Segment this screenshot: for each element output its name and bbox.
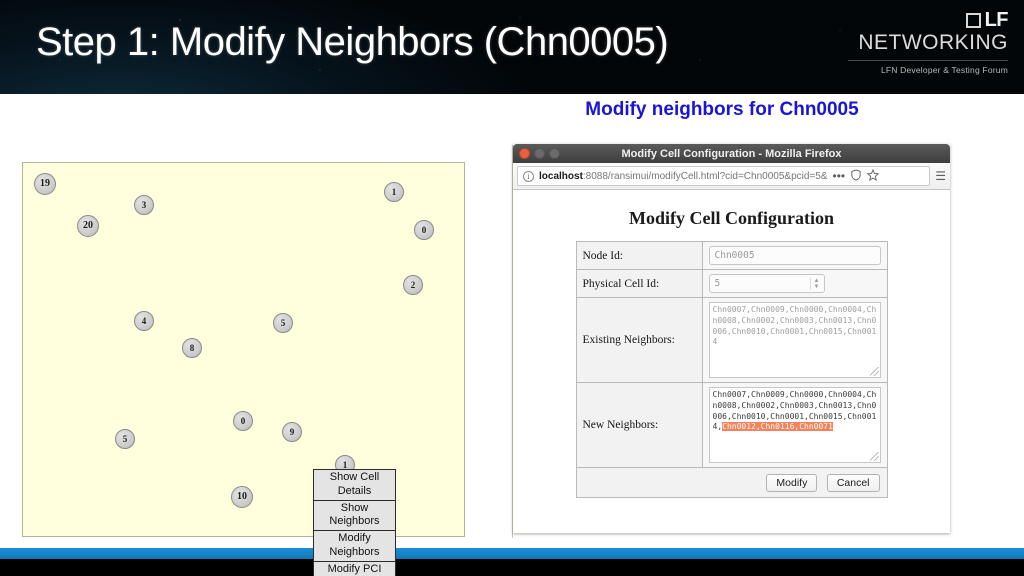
graph-node[interactable]: 5 bbox=[115, 429, 135, 449]
section-subtitle: Modify neighbors for Chn0005 bbox=[585, 99, 859, 120]
logo-tagline: LFN Developer & Testing Forum bbox=[848, 60, 1008, 75]
lf-networking-logo: LF NETWORKING LFN Developer & Testing Fo… bbox=[848, 9, 1009, 75]
graph-node[interactable]: 20 bbox=[77, 215, 99, 237]
stepper-down-icon[interactable]: ▼ bbox=[814, 284, 820, 290]
menu-item-modify-neighbors[interactable]: Modify Neighbors bbox=[313, 530, 396, 562]
physical-cell-id-cell: 5 ▲ ▼ bbox=[701, 269, 888, 298]
url-path: :8088/ransimui/modifyCell.html?cid=Chn00… bbox=[582, 170, 828, 182]
node-id-cell: Chn0005 bbox=[701, 241, 888, 270]
node-id-input[interactable]: Chn0005 bbox=[708, 246, 881, 265]
logo-square-mark bbox=[965, 12, 981, 28]
window-close-icon[interactable] bbox=[519, 148, 530, 159]
modify-button[interactable]: Modify bbox=[766, 474, 818, 492]
graph-node[interactable]: 10 bbox=[231, 486, 253, 508]
cell-config-form: Node Id: Chn0005 Physical Cell Id: 5 ▲ ▼ bbox=[575, 241, 888, 468]
node-id-label: Node Id: bbox=[575, 241, 703, 270]
page-actions-icon[interactable]: ••• bbox=[833, 170, 846, 182]
footer-black-bar bbox=[0, 559, 1024, 576]
new-neighbors-label: New Neighbors: bbox=[575, 382, 703, 468]
browser-titlebar: Modify Cell Configuration - Mozilla Fire… bbox=[513, 144, 950, 163]
cancel-button[interactable]: Cancel bbox=[826, 474, 880, 492]
page-title: Step 1: Modify Neighbors (Chn0005) bbox=[36, 20, 669, 64]
graph-node[interactable]: 0 bbox=[414, 220, 434, 240]
graph-node[interactable]: 8 bbox=[182, 338, 202, 358]
url-text: localhost:8088/ransimui/modifyCell.html?… bbox=[539, 171, 828, 182]
firefox-browser-window[interactable]: Modify Cell Configuration - Mozilla Fire… bbox=[513, 144, 950, 533]
graph-node[interactable]: 19 bbox=[34, 173, 56, 195]
graph-node[interactable]: 9 bbox=[282, 422, 302, 442]
existing-neighbors-textarea[interactable]: Chn0007,Chn0009,Chn0000,Chn0004,Chn0008,… bbox=[708, 302, 881, 378]
info-circle-icon[interactable]: i bbox=[523, 170, 534, 182]
resize-grip-icon[interactable] bbox=[869, 452, 879, 461]
url-bar[interactable]: i localhost:8088/ransimui/modifyCell.htm… bbox=[517, 166, 931, 186]
resize-grip-icon[interactable] bbox=[869, 367, 879, 376]
slide-header-banner: Step 1: Modify Neighbors (Chn0005) LF NE… bbox=[0, 0, 1024, 94]
url-host: localhost bbox=[539, 170, 583, 182]
browser-page-content: Modify Cell Configuration Node Id: Chn00… bbox=[513, 190, 950, 533]
graph-node[interactable]: 5 bbox=[273, 313, 293, 333]
graph-node[interactable]: 3 bbox=[134, 195, 154, 215]
window-minimize-icon[interactable] bbox=[534, 148, 545, 159]
graph-node[interactable]: 0 bbox=[233, 411, 253, 431]
stepper-arrows-icon[interactable]: ▲ ▼ bbox=[809, 277, 821, 290]
cell-topology-graph[interactable]: 93010159085420120319 Show Cell Details S… bbox=[22, 162, 465, 576]
physical-cell-id-value: 5 bbox=[714, 278, 721, 289]
graph-node[interactable]: 4 bbox=[134, 311, 154, 331]
shield-icon[interactable] bbox=[850, 169, 862, 183]
browser-navbar: i localhost:8088/ransimui/modifyCell.htm… bbox=[513, 163, 950, 190]
bookmark-star-icon[interactable] bbox=[866, 168, 880, 183]
menu-item-modify-pci[interactable]: Modify PCI bbox=[313, 560, 396, 576]
menu-item-show-neighbors[interactable]: Show Neighbors bbox=[313, 499, 396, 531]
form-heading: Modify Cell Configuration bbox=[629, 208, 834, 228]
physical-cell-id-stepper[interactable]: 5 ▲ ▼ bbox=[708, 274, 825, 293]
table-row: Node Id: Chn0005 bbox=[575, 241, 888, 270]
form-button-row: Modify Cancel bbox=[575, 468, 888, 498]
window-title: Modify Cell Configuration - Mozilla Fire… bbox=[621, 147, 842, 160]
new-neighbors-cell: Chn0007,Chn0009,Chn0000,Chn0004,Chn0008,… bbox=[701, 382, 888, 468]
new-neighbors-textarea[interactable]: Chn0007,Chn0009,Chn0000,Chn0004,Chn0008,… bbox=[708, 387, 881, 463]
physical-cell-id-label: Physical Cell Id: bbox=[575, 269, 703, 298]
window-maximize-icon[interactable] bbox=[549, 148, 560, 159]
logo-networking-label: NETWORKING bbox=[858, 31, 1008, 54]
new-neighbors-added-part: Chn0012,Chn0116,Chn0071 bbox=[722, 422, 833, 432]
menu-item-show-cell-details[interactable]: Show Cell Details bbox=[313, 469, 396, 501]
logo-lf-text: LF bbox=[848, 9, 1009, 31]
node-context-menu[interactable]: Show Cell Details Show Neighbors Modify … bbox=[313, 469, 396, 576]
existing-neighbors-label: Existing Neighbors: bbox=[575, 297, 703, 383]
logo-lf-label: LF bbox=[984, 9, 1009, 31]
slide: Step 1: Modify Neighbors (Chn0005) LF NE… bbox=[0, 0, 1024, 576]
hamburger-menu-icon[interactable]: ☰ bbox=[935, 170, 946, 182]
table-row: New Neighbors: Chn0007,Chn0009,Chn0000,C… bbox=[575, 382, 888, 468]
graph-node[interactable]: 2 bbox=[403, 275, 423, 295]
footer-accent-bar bbox=[0, 548, 1024, 559]
table-row: Existing Neighbors: Chn0007,Chn0009,Chn0… bbox=[575, 297, 888, 383]
graph-node[interactable]: 1 bbox=[384, 182, 404, 202]
existing-neighbors-cell: Chn0007,Chn0009,Chn0000,Chn0004,Chn0008,… bbox=[701, 297, 888, 383]
table-row: Physical Cell Id: 5 ▲ ▼ bbox=[575, 269, 888, 298]
existing-neighbors-value: Chn0007,Chn0009,Chn0000,Chn0004,Chn0008,… bbox=[712, 305, 877, 347]
